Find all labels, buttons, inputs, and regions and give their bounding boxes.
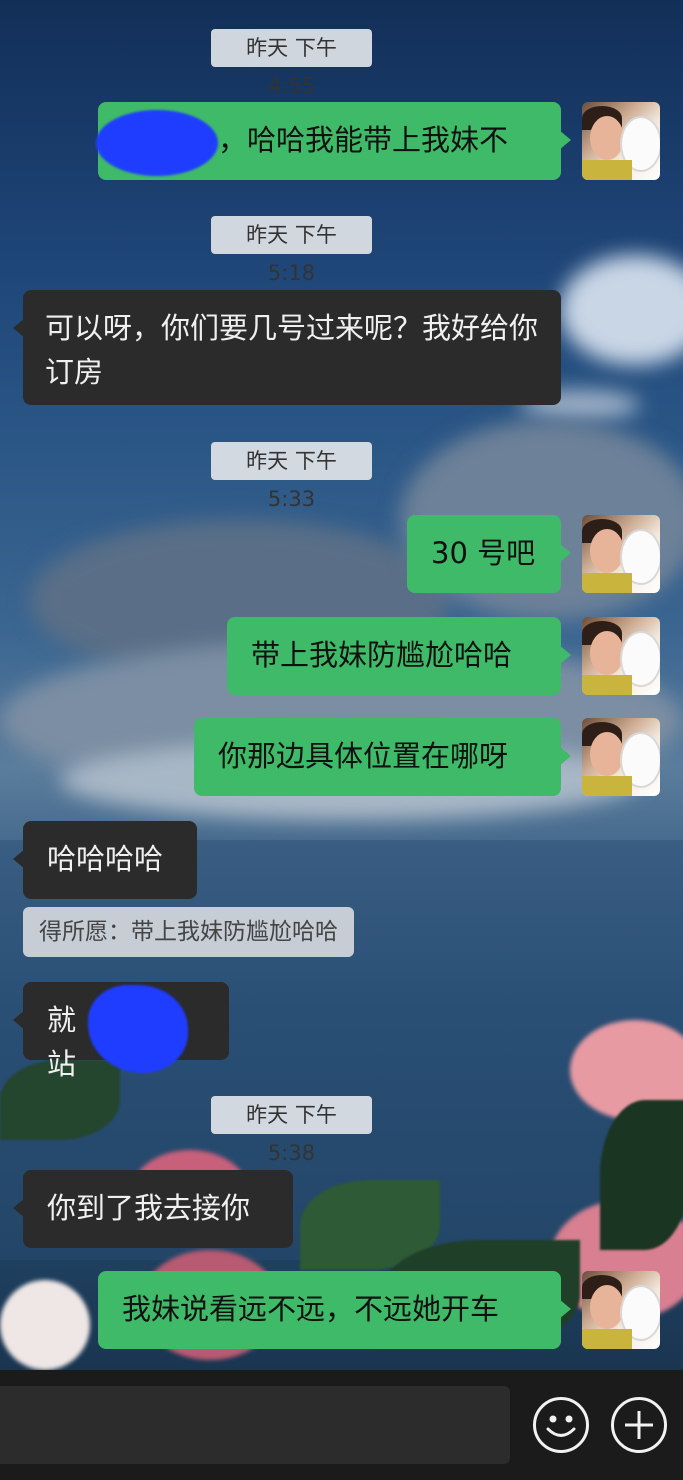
message-text: 哈哈哈哈 [47,842,164,876]
message-text: 30 号吧 [431,536,536,570]
my-avatar[interactable] [582,718,660,796]
message-bubble-sent[interactable]: 我妹说看远不远，不远她开车 [98,1271,571,1349]
message-text: 可以呀，你们要几号过来呢？我好给你订房 [45,311,539,389]
my-avatar[interactable] [582,515,660,593]
redaction-mark [96,110,218,176]
message-bubble-received[interactable]: 哈哈哈哈 [13,821,197,899]
rose [0,1280,90,1370]
my-avatar[interactable] [582,617,660,695]
message-bubble-sent[interactable]: 带上我妹防尴尬哈哈 [227,617,571,695]
timestamp: 昨天 下午5:18 [211,216,372,285]
timestamp: 昨天 下午4:55 [211,29,372,98]
message-bubble-received[interactable]: 可以呀，你们要几号过来呢？我好给你订房 [13,290,561,405]
my-avatar[interactable] [582,1271,660,1349]
quoted-reply[interactable]: 得所愿：带上我妹防尴尬哈哈 [23,907,354,957]
timestamp: 昨天 下午5:33 [211,442,372,511]
message-text: 我妹说看远不远，不远她开车 [122,1292,500,1326]
message-bubble-sent[interactable]: 30 号吧 [407,515,571,593]
smiley-face-icon[interactable] [533,1397,589,1453]
plus-icon[interactable] [611,1397,667,1453]
timestamp: 昨天 下午5:38 [211,1096,372,1165]
cloud [560,255,683,365]
leaf [600,1100,683,1250]
my-avatar[interactable] [582,102,660,180]
message-bubble-sent[interactable]: 你那边具体位置在哪呀 [194,718,571,796]
message-text: 你到了我去接你 [47,1191,251,1225]
message-text: ，哈哈我能带上我妹不 [218,123,509,157]
message-text: 带上我妹防尴尬哈哈 [251,638,513,672]
input-bar [0,1370,683,1480]
message-text: 你那边具体位置在哪呀 [218,739,509,773]
message-input[interactable] [0,1386,510,1464]
message-bubble-received[interactable]: 你到了我去接你 [13,1170,293,1248]
